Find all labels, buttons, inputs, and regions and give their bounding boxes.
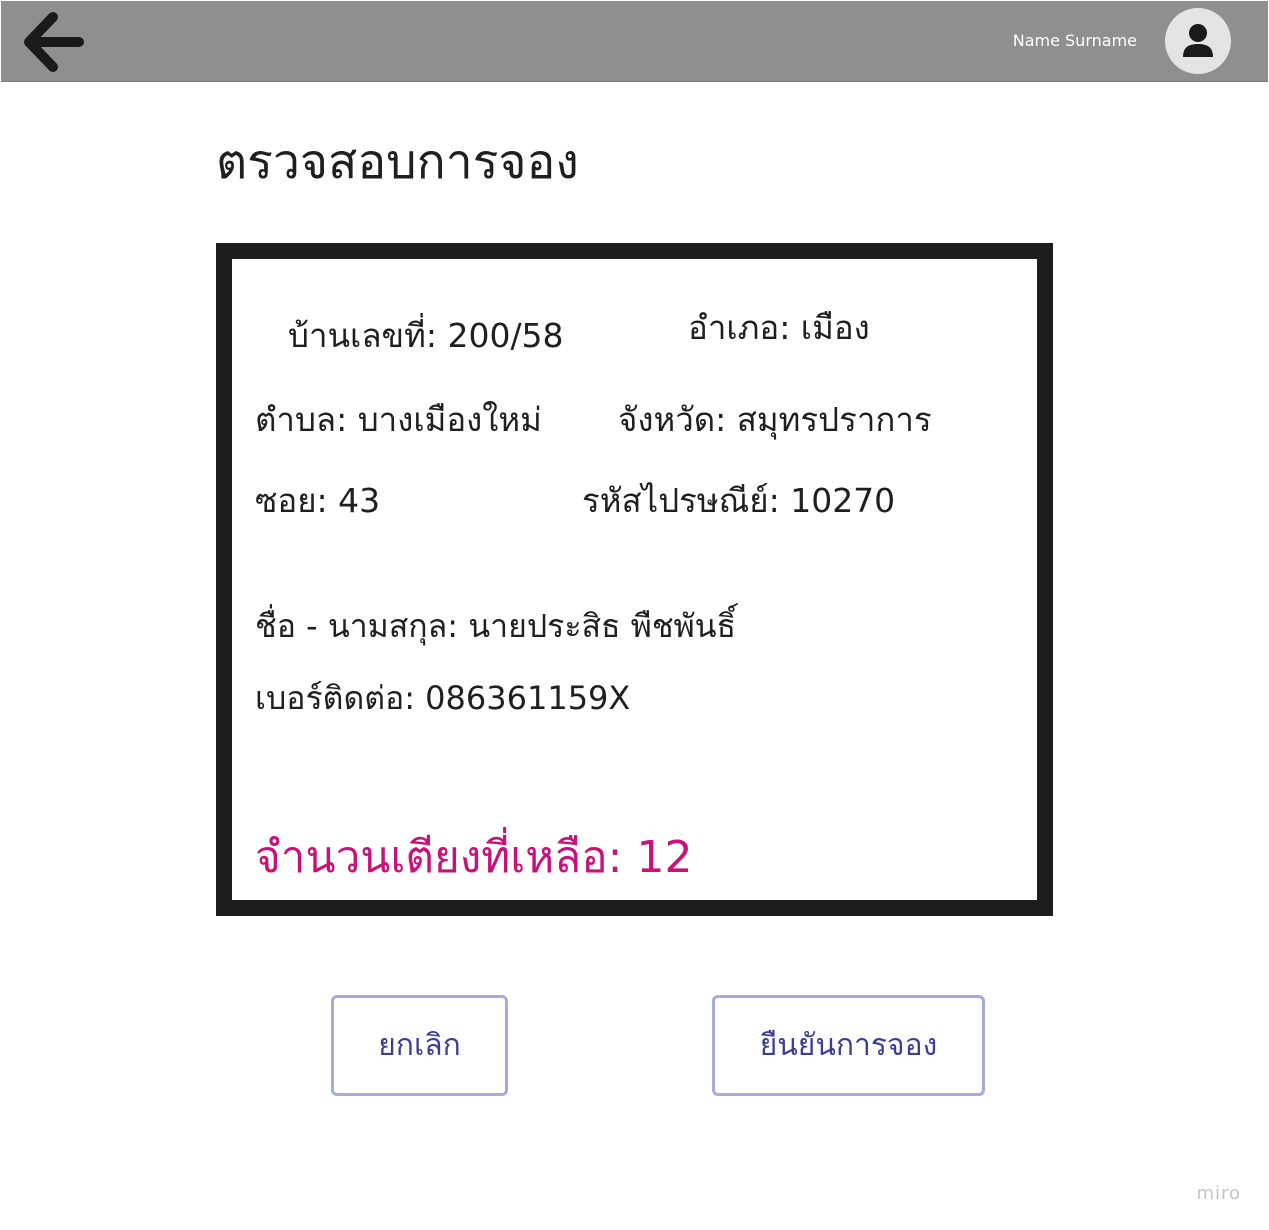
arrow-left-icon: [24, 12, 84, 72]
cancel-button[interactable]: ยกเลิก: [331, 995, 508, 1096]
back-button[interactable]: [15, 9, 91, 75]
top-bar: Name Surname: [1, 1, 1268, 82]
page-title: ตรวจสอบการจอง: [216, 134, 579, 190]
user-name: Name Surname: [1012, 31, 1137, 50]
house-number: บ้านเลขที่: 200/58: [288, 316, 564, 355]
booking-details-card: บ้านเลขที่: 200/58 อำเภอ: เมือง ตำบล: บา…: [216, 243, 1053, 916]
avatar[interactable]: [1165, 8, 1231, 74]
user-icon: [1183, 24, 1213, 57]
full-name: ชื่อ - นามสกุล: นายประสิธ พืชพันธิ์: [255, 607, 737, 645]
miro-watermark: miro: [1196, 1183, 1241, 1204]
subdistrict: ตำบล: บางเมืองใหม่: [255, 400, 542, 439]
district: อำเภอ: เมือง: [688, 308, 870, 347]
phone-number: เบอร์ติดต่อ: 086361159X: [255, 679, 631, 717]
province: จังหวัด: สมุทรปราการ: [618, 400, 932, 439]
beds-remaining: จำนวนเตียงที่เหลือ: 12: [255, 832, 693, 883]
postal-code: รหัสไปรษณีย์: 10270: [582, 481, 896, 520]
soi: ซอย: 43: [255, 481, 381, 520]
booking-review-page: Name Surname ตรวจสอบการจอง บ้านเลขที่: 2…: [0, 0, 1269, 1230]
confirm-booking-button[interactable]: ยืนยันการจอง: [712, 995, 985, 1096]
